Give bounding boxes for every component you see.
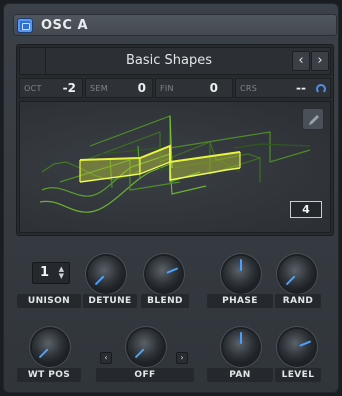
oct-field[interactable]: OCT -2	[19, 78, 83, 98]
sem-value: 0	[137, 81, 146, 95]
wavetable-name[interactable]: Basic Shapes	[48, 48, 290, 74]
unison-voices-field[interactable]: 1 ▲ ▼	[32, 262, 70, 284]
wavetable-3d-view[interactable]: 4	[19, 101, 331, 233]
wavetable-edit-button[interactable]	[302, 108, 324, 130]
osc-power-toggle[interactable]	[17, 18, 33, 33]
wt-pos-knob[interactable]	[32, 329, 68, 365]
wavetable-display: Basic Shapes ‹ › OCT -2 SEM 0 FIN 0 CRS …	[16, 44, 334, 236]
warp-mode-label[interactable]: OFF	[96, 368, 194, 382]
wavetable-menu-button[interactable]	[20, 48, 46, 74]
wavetable-prev-button[interactable]: ‹	[292, 51, 310, 71]
wavetable-graph	[39, 115, 311, 213]
pan-label: PAN	[207, 368, 273, 382]
phase-label: PHASE	[207, 294, 273, 308]
rand-label: RAND	[275, 294, 321, 308]
updown-arrows-icon[interactable]: ▲ ▼	[59, 266, 64, 280]
osc-a-panel: OSC A Basic Shapes ‹ › OCT -2 SEM 0 FIN …	[3, 3, 339, 393]
loop-icon[interactable]	[316, 84, 326, 94]
wt-pos-label: WT POS	[17, 368, 81, 382]
level-label: LEVEL	[275, 368, 321, 382]
unison-value: 1	[40, 265, 50, 280]
phase-knob[interactable]	[223, 256, 259, 292]
rand-knob[interactable]	[279, 256, 315, 292]
fin-label: FIN	[160, 84, 174, 93]
wavetable-selector: Basic Shapes ‹ ›	[19, 47, 331, 75]
warp-prev-button[interactable]: ‹	[100, 352, 112, 364]
warp-next-button[interactable]: ›	[176, 352, 188, 364]
warp-knob[interactable]	[128, 329, 164, 365]
level-knob[interactable]	[279, 329, 315, 365]
crs-label: CRS	[240, 84, 258, 93]
unison-label: UNISON	[17, 294, 81, 308]
pencil-icon	[309, 115, 319, 125]
wavetable-next-button[interactable]: ›	[311, 51, 329, 71]
pitch-params: OCT -2 SEM 0 FIN 0 CRS --	[19, 78, 331, 98]
wavetable-current-frame	[79, 144, 241, 183]
blend-label: BLEND	[141, 294, 189, 308]
detune-label: DETUNE	[83, 294, 137, 308]
sem-label: SEM	[90, 84, 108, 93]
crs-field[interactable]: CRS --	[235, 78, 331, 98]
crs-value: --	[296, 81, 306, 95]
oct-label: OCT	[24, 84, 42, 93]
oct-value: -2	[62, 81, 76, 95]
osc-title: OSC A	[41, 18, 89, 33]
fin-value: 0	[209, 81, 218, 95]
fin-field[interactable]: FIN 0	[155, 78, 233, 98]
detune-knob[interactable]	[88, 256, 124, 292]
blend-knob[interactable]	[146, 256, 182, 292]
pan-knob[interactable]	[223, 329, 259, 365]
osc-header: OSC A	[13, 14, 337, 36]
sem-field[interactable]: SEM 0	[85, 78, 153, 98]
wavetable-frame-number[interactable]: 4	[290, 201, 322, 218]
